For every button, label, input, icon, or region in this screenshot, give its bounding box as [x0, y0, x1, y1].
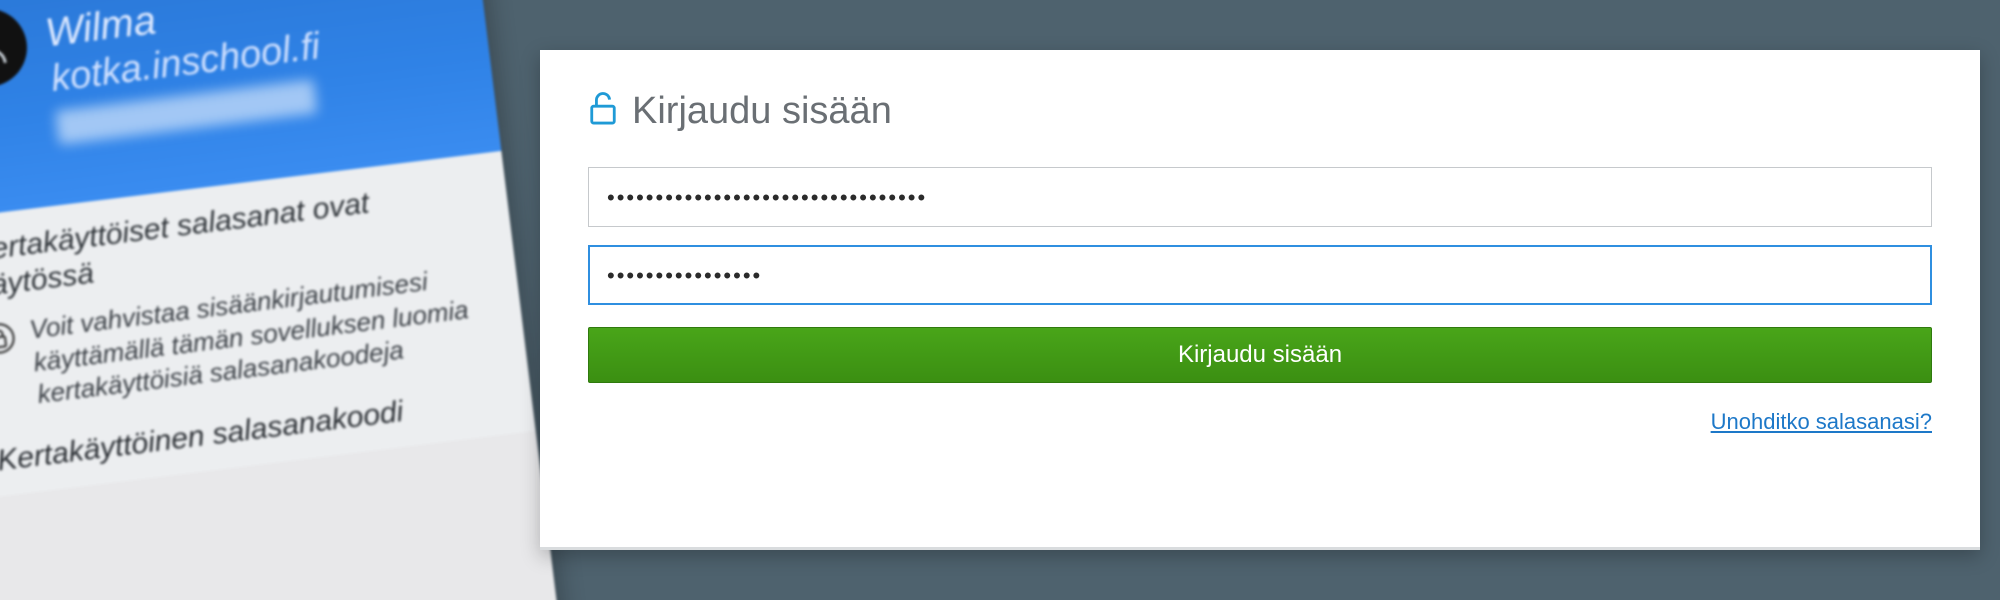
- phone-screenshot: Wilma kotka.inschool.fi Kertakäyttöiset …: [0, 0, 564, 600]
- login-button[interactable]: Kirjaudu sisään: [588, 327, 1932, 383]
- lock-open-icon: [588, 92, 618, 131]
- avatar: [0, 4, 31, 91]
- page-title: Kirjaudu sisään: [632, 90, 892, 133]
- password-input[interactable]: [588, 245, 1932, 305]
- phone-body: Kertakäyttöiset salasanat ovat käytössä …: [0, 151, 536, 499]
- forgot-password-link[interactable]: Unohditko salasanasi?: [1711, 409, 1932, 434]
- forgot-row: Unohditko salasanasi?: [588, 409, 1932, 435]
- login-card: Kirjaudu sisään Kirjaudu sisään Unohditk…: [540, 50, 1980, 550]
- phone-header-text: Wilma kotka.inschool.fi: [41, 0, 328, 145]
- person-icon: [0, 20, 14, 76]
- username-input[interactable]: [588, 167, 1932, 227]
- lock-icon: [0, 320, 18, 358]
- login-title-row: Kirjaudu sisään: [588, 90, 1932, 133]
